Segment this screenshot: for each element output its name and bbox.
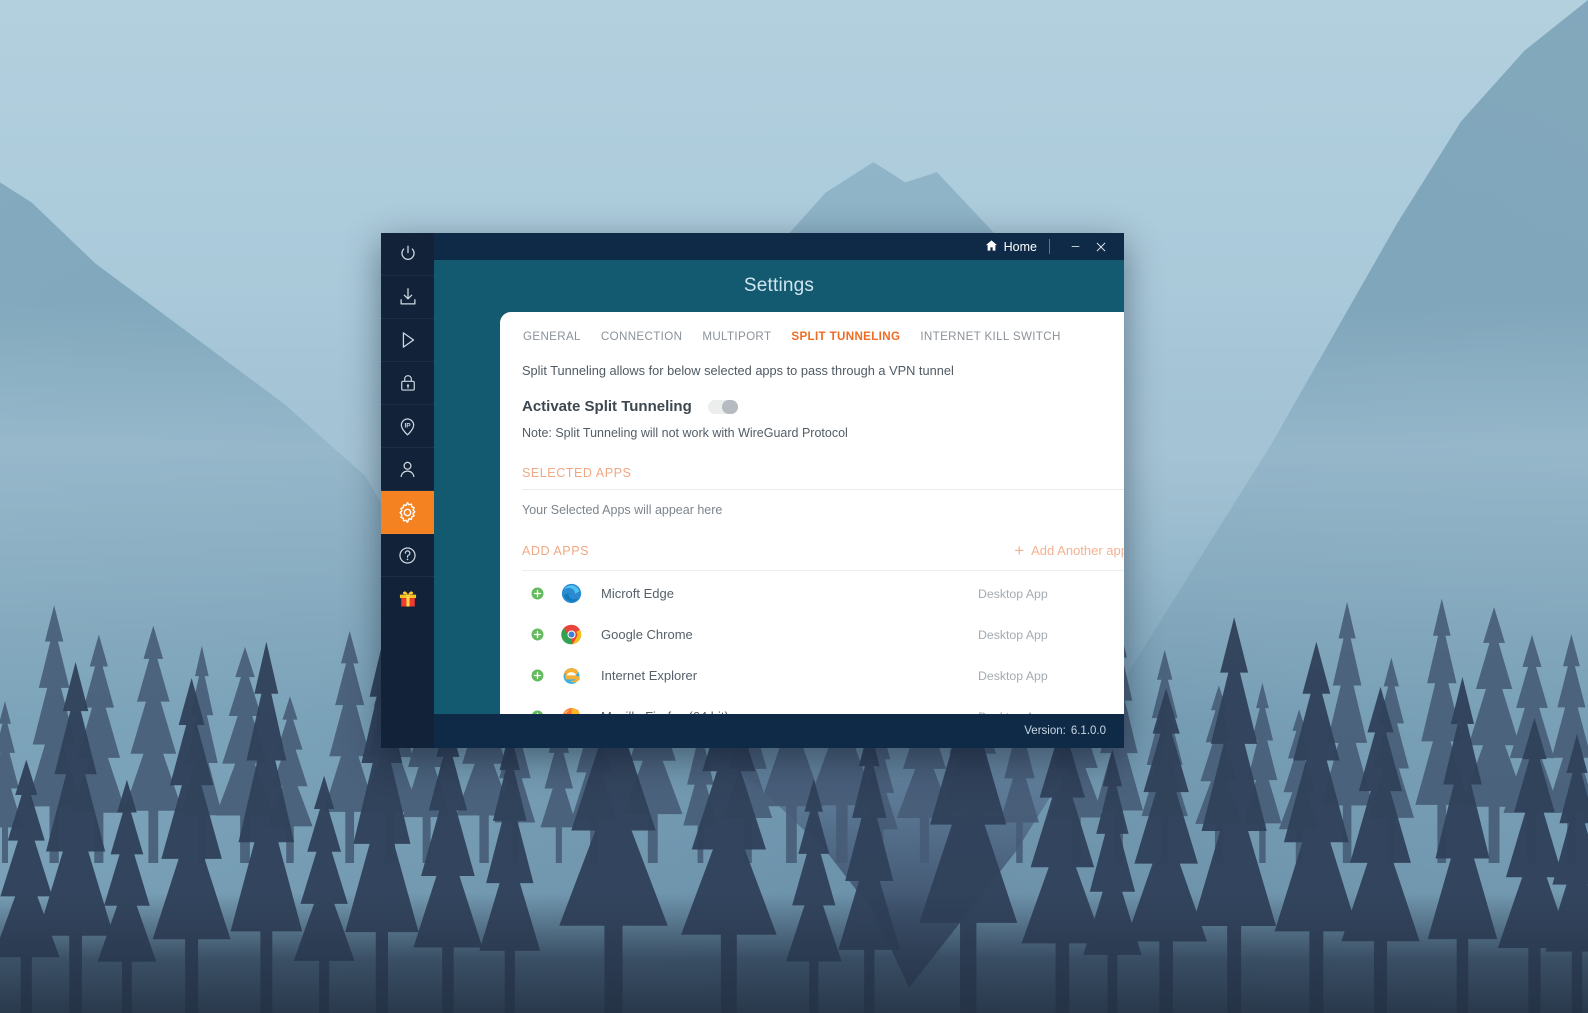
add-another-app-button[interactable]: + Add Another app	[1014, 542, 1124, 559]
settings-tabs: GENERAL CONNECTION MULTIPORT SPLIT TUNNE…	[522, 330, 1124, 343]
forest-floor	[0, 893, 1588, 1013]
home-icon	[985, 239, 998, 255]
wireguard-note: Note: Split Tunneling will not work with…	[522, 426, 848, 440]
add-another-app-label: Add Another app	[1031, 543, 1124, 558]
add-apps-row: ADD APPS + Add Another app	[522, 542, 1124, 559]
selected-apps-divider	[522, 489, 1124, 490]
activate-split-tunneling-label: Activate Split Tunneling	[522, 398, 692, 415]
page-title: Settings	[743, 275, 815, 296]
sidebar-item-account[interactable]	[381, 448, 434, 491]
version-footer: Version: 6.1.0.0	[434, 714, 1124, 748]
app-name: Microft Edge	[601, 586, 674, 601]
add-app-icon[interactable]	[531, 587, 544, 600]
split-tunneling-description: Split Tunneling allows for below selecte…	[522, 363, 954, 378]
app-list: Microft Edge Desktop App Google Chrome D…	[522, 573, 1124, 714]
settings-body: GENERAL CONNECTION MULTIPORT SPLIT TUNNE…	[434, 312, 1124, 748]
settings-card: GENERAL CONNECTION MULTIPORT SPLIT TUNNE…	[500, 312, 1124, 714]
app-type: Desktop App	[978, 668, 1048, 683]
desktop-background: IP Home Settings GENERAL CONNECTION MULT…	[0, 0, 1588, 1013]
version-value: 6.1.0.0	[1070, 725, 1106, 737]
add-app-icon[interactable]	[531, 628, 544, 641]
plus-icon: +	[1014, 541, 1025, 560]
sidebar-item-ip[interactable]: IP	[381, 405, 434, 448]
sidebar-item-play[interactable]	[381, 319, 434, 362]
app-row-internet-explorer[interactable]: Internet Explorer Desktop App	[522, 655, 1124, 696]
version-label: Version:	[1024, 725, 1066, 737]
sidebar-spacer	[381, 620, 434, 748]
sidebar: IP	[381, 233, 434, 748]
add-app-icon[interactable]	[531, 669, 544, 682]
app-name: Internet Explorer	[601, 668, 698, 683]
activate-split-tunneling-row: Activate Split Tunneling	[522, 398, 1124, 415]
sidebar-item-settings[interactable]	[381, 491, 434, 534]
tab-multiport[interactable]: MULTIPORT	[702, 330, 771, 343]
app-type: Desktop App	[978, 586, 1048, 601]
activate-split-tunneling-toggle[interactable]	[707, 399, 738, 414]
chrome-icon	[560, 624, 582, 646]
add-apps-divider	[522, 570, 1124, 571]
tab-general[interactable]: GENERAL	[523, 330, 581, 343]
internet-explorer-icon	[560, 665, 582, 687]
firefox-icon	[560, 706, 582, 714]
svg-text:IP: IP	[404, 422, 411, 429]
sidebar-item-download[interactable]	[381, 276, 434, 319]
app-row-edge[interactable]: Microft Edge Desktop App	[522, 573, 1124, 614]
sidebar-item-lock[interactable]	[381, 362, 434, 405]
tab-internet-kill-switch[interactable]: INTERNET KILL SWITCH	[920, 330, 1060, 343]
app-type: Desktop App	[978, 627, 1048, 642]
tab-connection[interactable]: CONNECTION	[601, 330, 682, 343]
edge-icon	[560, 583, 582, 605]
titlebar-divider	[1049, 239, 1050, 254]
sidebar-item-power[interactable]	[381, 233, 434, 276]
tab-split-tunneling[interactable]: SPLIT TUNNELING	[791, 330, 900, 343]
sidebar-item-gift[interactable]	[381, 577, 434, 620]
add-apps-heading: ADD APPS	[522, 543, 589, 558]
vpn-app-window: IP Home Settings GENERAL CONNECTION MULT…	[381, 233, 1124, 748]
settings-header: Settings	[434, 260, 1124, 312]
app-row-chrome[interactable]: Google Chrome Desktop App	[522, 614, 1124, 655]
titlebar: Home	[434, 233, 1124, 260]
home-button[interactable]: Home	[983, 239, 1047, 255]
minimize-button[interactable]	[1062, 236, 1088, 258]
selected-apps-heading: SELECTED APPS	[522, 466, 632, 480]
app-row-firefox[interactable]: Mozilla Firefox (64 bit) Desktop App	[522, 696, 1124, 714]
sidebar-item-help[interactable]	[381, 534, 434, 577]
window-main: Home Settings GENERAL CONNECTION MULTIPO…	[434, 233, 1124, 748]
close-button[interactable]	[1088, 236, 1114, 258]
toggle-knob	[721, 399, 738, 414]
home-label: Home	[1003, 239, 1037, 254]
app-name: Google Chrome	[601, 627, 693, 642]
settings-card-clip: GENERAL CONNECTION MULTIPORT SPLIT TUNNE…	[434, 312, 1124, 714]
selected-apps-placeholder: Your Selected Apps will appear here	[522, 503, 723, 517]
